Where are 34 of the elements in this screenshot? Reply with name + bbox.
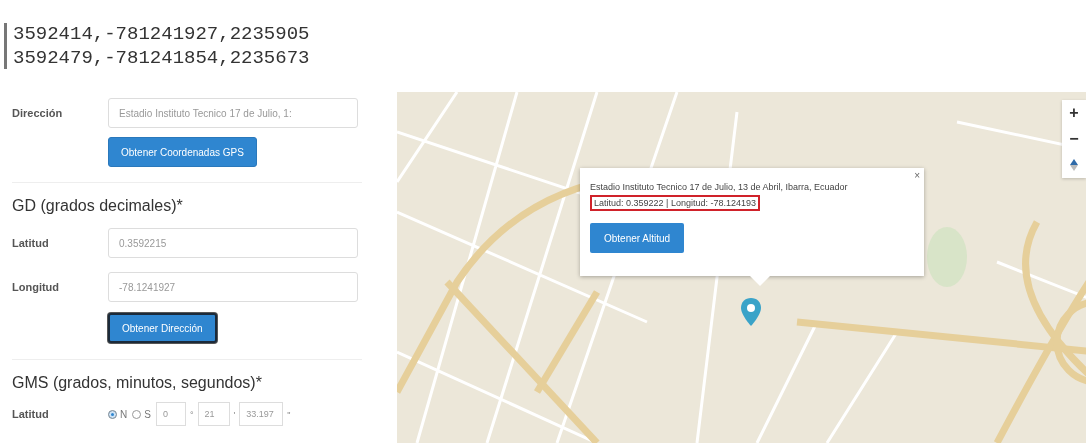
minutes-field[interactable]: 21: [197, 402, 230, 426]
coordinates-text: Latitud: 0.359222 | Longitud: -78.124193: [590, 195, 760, 211]
get-gps-button[interactable]: Obtener Coordenadas GPS: [108, 137, 257, 167]
section-heading: GMS (grados, minutos, segundos)*: [12, 373, 263, 393]
get-address-button[interactable]: Obtener Dirección: [108, 313, 217, 343]
compass-icon: [1070, 159, 1078, 171]
second-symbol: ": [287, 410, 291, 420]
field-label: Dirección: [12, 107, 64, 119]
zoom-in-button[interactable]: +: [1062, 100, 1086, 126]
place-address: Estadio Instituto Tecnico 17 de Julio, 13 de Abril, Ibarra, Ecuador: [590, 182, 849, 192]
radio-label: N: [120, 408, 128, 420]
longitude-field[interactable]: -78.1241927: [108, 272, 358, 302]
radio-button[interactable]: [132, 409, 142, 419]
close-button[interactable]: ×: [914, 170, 920, 181]
section-heading: GD (grados decimales)*: [12, 196, 184, 216]
map-pin-icon[interactable]: [741, 298, 761, 328]
field-label: Latitud: [12, 237, 50, 249]
radio-label: S: [144, 408, 151, 420]
map-view[interactable]: Estadio Instituto Tecnico 17 de Julio, 13 de Abril, Ibarra, Ecuador Latitud: 0.359222 | Longitud: -78.124193 Obtener Altitud × + −: [397, 92, 1086, 443]
degree-symbol: °: [189, 410, 194, 420]
address-field[interactable]: Estadio Instituto Tecnico 17 de Julio, 1:: [108, 98, 358, 128]
field-label: Latitud: [12, 408, 50, 420]
minute-symbol: ': [233, 410, 236, 420]
zoom-out-button[interactable]: −: [1062, 126, 1086, 152]
latitude-field[interactable]: 0.3592215: [108, 228, 358, 258]
degrees-field[interactable]: 0: [155, 402, 186, 426]
radio-button[interactable]: [108, 409, 117, 419]
get-altitude-button[interactable]: Obtener Altitud: [590, 223, 685, 253]
popup-pointer: [750, 276, 770, 286]
code-line: 3592479,-781241854,2235673: [13, 47, 311, 69]
code-line: 3592414,-781241927,2235905: [13, 23, 311, 45]
field-label: Longitud: [12, 281, 61, 293]
seconds-field[interactable]: 33.197: [239, 402, 284, 426]
compass-button[interactable]: [1062, 152, 1086, 178]
